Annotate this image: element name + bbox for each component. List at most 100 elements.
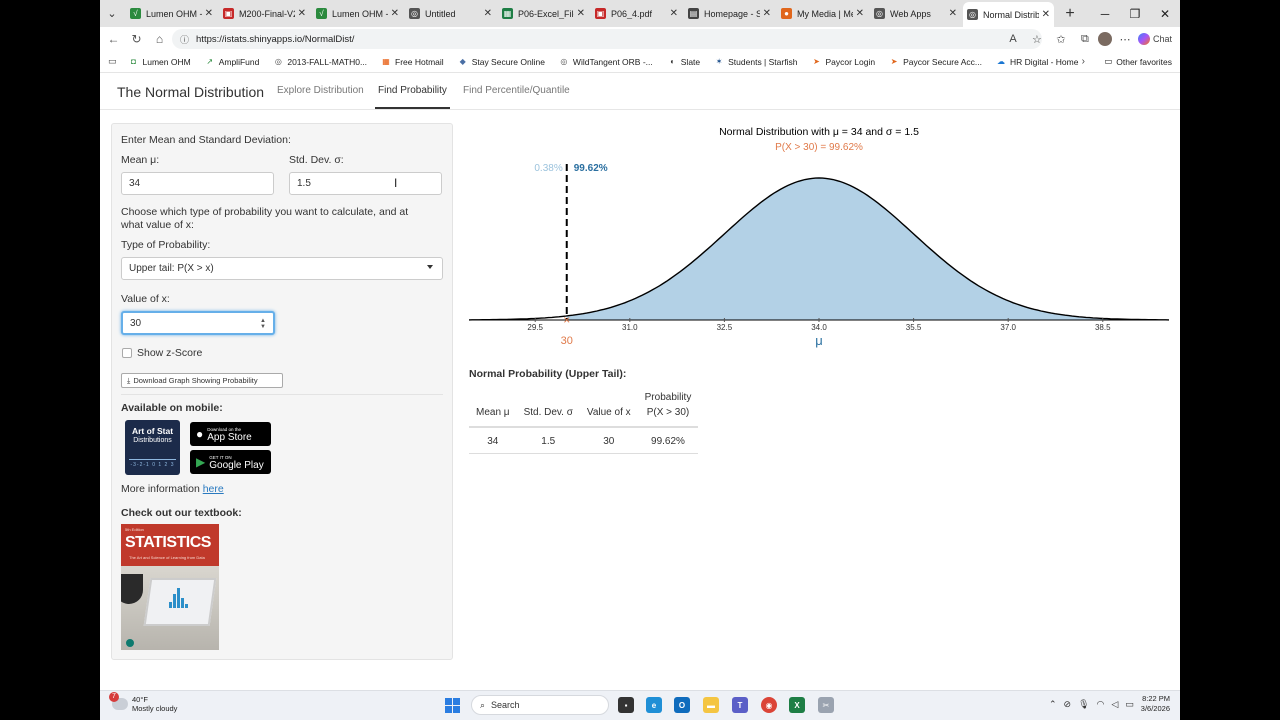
x-tick-label: 32.5 xyxy=(717,323,733,332)
favorite-item[interactable]: ▦ Free Hotmail xyxy=(381,57,443,67)
google-play-badge[interactable]: ▶ GET IT ON Google Play xyxy=(190,450,271,474)
x-value-label: 30 xyxy=(561,335,573,347)
mean-input[interactable]: 34 xyxy=(121,172,274,195)
tab-favicon-icon: ◎ xyxy=(409,8,420,19)
more-info-link[interactable]: here xyxy=(203,483,224,495)
browser-tab[interactable]: √ Lumen OHM - ✕ xyxy=(126,3,217,25)
clock[interactable]: 8:22 PM 3/6/2026 xyxy=(1141,694,1170,714)
wifi-icon[interactable]: ◠ xyxy=(1097,699,1105,710)
home-icon[interactable]: ⌂ xyxy=(148,32,171,46)
close-tab-icon[interactable]: ✕ xyxy=(577,8,585,19)
close-tab-icon[interactable]: ✕ xyxy=(391,8,399,19)
x-value-input[interactable]: 30 ▲ ▼ xyxy=(121,311,275,335)
collections-icon[interactable]: ⧉ xyxy=(1074,33,1096,46)
browser-tab[interactable]: ◎ Web Apps ✕ xyxy=(870,3,961,25)
choose-text-line1: Choose which type of probability you wan… xyxy=(121,206,409,218)
teams-icon[interactable]: T xyxy=(732,697,748,713)
favorites-icon[interactable]: ✩ xyxy=(1050,33,1072,46)
system-tray: ⌃ ⊘ 🎙 ◠ ◁ ▭ 8:22 PM 3/6/2026 xyxy=(1049,694,1170,714)
task-view-icon[interactable]: ▪ xyxy=(618,697,634,713)
favorite-star-icon[interactable]: ☆ xyxy=(1026,33,1048,46)
edge-icon[interactable]: e xyxy=(646,697,662,713)
tab-favicon-icon: ▤ xyxy=(688,8,699,19)
chevron-right-icon[interactable]: › xyxy=(1082,56,1085,67)
favorite-icon: ➤ xyxy=(890,57,898,66)
network-off-icon[interactable]: ⊘ xyxy=(1064,699,1072,710)
weather-widget[interactable]: 7 40°F Mostly cloudy xyxy=(109,692,177,713)
close-tab-icon[interactable]: ✕ xyxy=(763,8,771,19)
favorite-item[interactable]: ➤ Paycor Login xyxy=(811,57,875,67)
close-tab-icon[interactable]: ✕ xyxy=(949,8,957,19)
favorite-item[interactable]: ↗ AmpliFund xyxy=(205,57,259,67)
artofstat-app-logo[interactable]: Art of Stat Distributions -3-2-1 0 1 2 3 xyxy=(125,420,180,475)
microphone-icon[interactable]: 🎙 xyxy=(1078,699,1089,710)
cloud-icon: 7 xyxy=(109,692,128,710)
other-favorites[interactable]: ▭ Other favorites xyxy=(1104,56,1172,67)
close-tab-icon[interactable]: ✕ xyxy=(205,8,213,19)
probability-type-select[interactable]: Upper tail: P(X > x) xyxy=(121,257,443,280)
new-tab-button[interactable]: + xyxy=(1060,5,1080,23)
url-field[interactable]: ⓘ https://istats.shinyapps.io/NormalDist… xyxy=(172,29,1042,49)
file-explorer-icon[interactable]: ▬ xyxy=(703,697,719,713)
table-header-row: Mean μ Std. Dev. σ Value of x Probabilit… xyxy=(469,390,699,428)
browser-tab[interactable]: ◎ Untitled ✕ xyxy=(405,3,496,25)
download-graph-button[interactable]: ⤓ Download Graph Showing Probability xyxy=(121,373,283,388)
close-tab-icon[interactable]: ✕ xyxy=(298,8,306,19)
browser-tab[interactable]: ▦ P06-Excel_File_✕ xyxy=(498,3,589,25)
browser-tab[interactable]: ▣ P06_4.pdf ✕ xyxy=(591,3,682,25)
copilot-button[interactable]: Chat xyxy=(1137,33,1180,45)
more-options-icon[interactable]: ⋯ xyxy=(1114,33,1136,46)
sd-input[interactable]: 1.5 I xyxy=(289,172,442,195)
tab-find-percentile[interactable]: Find Percentile/Quantile xyxy=(463,85,570,96)
read-aloud-icon[interactable]: A xyxy=(1002,33,1024,45)
textbook-cover[interactable]: 5th Edition STATISTICS The Art and Scien… xyxy=(121,524,219,650)
chevron-up-icon[interactable]: ⌃ xyxy=(1049,699,1057,710)
favorite-item[interactable]: ☁ HR Digital - Home xyxy=(996,57,1079,67)
chrome-icon[interactable]: ◉ xyxy=(761,697,777,713)
upper-tail-percent: 99.62% xyxy=(574,163,608,174)
minimize-icon[interactable]: ─ xyxy=(1090,7,1120,21)
cover-bar-graphic xyxy=(169,588,189,608)
favorite-item[interactable]: ➤ Paycor Secure Acc... xyxy=(889,57,982,67)
snipping-tool-icon[interactable]: ✂ xyxy=(818,697,834,713)
outlook-icon[interactable]: O xyxy=(674,697,690,713)
close-tab-icon[interactable]: ✕ xyxy=(856,8,864,19)
favorite-item[interactable]: ◖ Slate xyxy=(667,57,700,67)
app-store-badge[interactable]: ● Download on the App Store xyxy=(190,422,271,446)
refresh-icon[interactable]: ↻ xyxy=(125,32,148,46)
tab-title: P06_4.pdf xyxy=(611,8,653,19)
battery-icon[interactable]: ▭ xyxy=(1125,699,1134,710)
profile-avatar[interactable] xyxy=(1097,32,1112,46)
active-tab-indicator xyxy=(375,107,450,109)
favorite-item[interactable]: ◎ 2013-FALL-MATH0... xyxy=(273,57,367,67)
tab-find-probability[interactable]: Find Probability xyxy=(378,85,447,96)
favorite-item[interactable]: ◆ Stay Secure Online xyxy=(458,57,545,67)
taskbar-search[interactable]: ⌕ Search xyxy=(471,695,609,715)
browser-tab[interactable]: ▤ Homepage - SF✕ xyxy=(684,3,775,25)
tab-explore-distribution[interactable]: Explore Distribution xyxy=(277,85,364,96)
show-zscore-checkbox[interactable] xyxy=(122,348,132,358)
browser-tab[interactable]: ● My Media | Me ✕ xyxy=(777,3,868,25)
back-icon[interactable]: ← xyxy=(102,32,125,46)
tab-actions-menu[interactable]: ⌄ xyxy=(100,0,124,27)
browser-tab[interactable]: ◎ Normal Distribu✕ xyxy=(963,2,1054,27)
favorite-icon: ↗ xyxy=(206,57,214,66)
site-info-icon[interactable]: ⓘ xyxy=(180,33,189,46)
close-tab-icon[interactable]: ✕ xyxy=(484,8,492,19)
volume-icon[interactable]: ◁ xyxy=(1111,699,1118,710)
close-tab-icon[interactable]: ✕ xyxy=(1042,9,1050,20)
close-tab-icon[interactable]: ✕ xyxy=(670,8,678,19)
browser-tab[interactable]: ▣ M200-Final-V2 ✕ xyxy=(219,3,310,25)
browser-tab[interactable]: √ Lumen OHM - 2✕ xyxy=(312,3,403,25)
x-label: Value of x: xyxy=(121,293,170,305)
excel-icon[interactable]: X xyxy=(789,697,805,713)
favorite-item[interactable]: ◎ WildTangent ORB -... xyxy=(559,57,652,67)
windows-start-icon[interactable] xyxy=(445,698,460,713)
favorite-item[interactable]: ◘ Lumen OHM xyxy=(129,57,191,67)
close-window-icon[interactable]: ✕ xyxy=(1150,7,1180,21)
favorite-item[interactable]: ✶ Students | Starfish xyxy=(714,57,798,67)
favorite-icon: ◆ xyxy=(459,57,466,66)
tab-title: P06-Excel_File_ xyxy=(518,8,574,19)
restore-icon[interactable]: ❐ xyxy=(1120,7,1150,21)
spinner-icon[interactable]: ▲ ▼ xyxy=(260,318,266,330)
